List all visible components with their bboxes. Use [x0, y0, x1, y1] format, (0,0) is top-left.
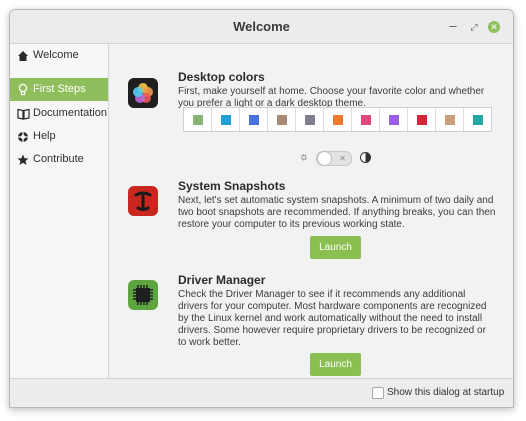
sidebar-item-label: Contribute: [33, 153, 84, 165]
sidebar-item-welcome[interactable]: Welcome: [10, 44, 108, 67]
toggle-knob: [317, 151, 332, 166]
sidebar-item-documentation[interactable]: Documentation: [10, 102, 108, 125]
color-swatch: [332, 114, 343, 125]
color-swatch-button[interactable]: [268, 108, 296, 131]
color-swatch-button[interactable]: [380, 108, 408, 131]
color-palette-icon: [128, 78, 158, 108]
color-swatch-button[interactable]: [408, 108, 436, 131]
color-swatch: [276, 114, 287, 125]
launch-driver-manager-button[interactable]: Launch: [310, 353, 361, 376]
sidebar: Welcome First Steps Documentation Help C…: [10, 44, 109, 378]
color-swatch: [444, 114, 455, 125]
system-snapshots-title: System Snapshots: [178, 179, 286, 193]
color-swatch: [416, 114, 427, 125]
theme-toggle-row: ☼ ✕: [299, 150, 379, 166]
color-swatch: [248, 114, 259, 125]
home-icon: [16, 44, 30, 67]
close-button[interactable]: ✕: [488, 21, 500, 33]
show-at-startup-label[interactable]: Show this dialog at startup: [387, 379, 504, 407]
footer-bar: Show this dialog at startup: [10, 378, 513, 407]
sun-icon: ☼: [299, 151, 310, 163]
color-swatch-picker: [183, 107, 492, 132]
color-swatch: [192, 114, 203, 125]
sidebar-item-label: First Steps: [33, 83, 86, 95]
color-swatch-button[interactable]: [184, 108, 212, 131]
color-swatch: [388, 114, 399, 125]
sidebar-item-contribute[interactable]: Contribute: [10, 148, 108, 171]
launch-timeshift-button[interactable]: Launch: [310, 236, 361, 259]
sidebar-item-label: Help: [33, 130, 56, 142]
system-snapshots-description: Next, let's set automatic system snapsho…: [178, 195, 496, 230]
color-swatch-button[interactable]: [212, 108, 240, 131]
sidebar-item-help[interactable]: Help: [10, 125, 108, 148]
maximize-button[interactable]: ⤢: [467, 20, 481, 34]
book-icon: [16, 102, 30, 125]
title-bar[interactable]: Welcome ‒ ⤢ ✕: [10, 10, 513, 44]
lightbulb-icon: [16, 78, 30, 101]
color-swatch: [304, 114, 315, 125]
welcome-window: Welcome ‒ ⤢ ✕ Welcome First Steps Docume…: [9, 9, 514, 408]
sidebar-item-label: Welcome: [33, 49, 79, 61]
driver-manager-description: Check the Driver Manager to see if it re…: [178, 289, 487, 348]
dark-theme-toggle[interactable]: ✕: [316, 151, 352, 166]
color-swatch-button[interactable]: [324, 108, 352, 131]
minimize-button[interactable]: ‒: [446, 19, 460, 33]
driver-manager-title: Driver Manager: [178, 273, 266, 287]
color-swatch: [472, 114, 483, 125]
show-at-startup-checkbox[interactable]: [372, 387, 384, 399]
star-icon: [16, 148, 30, 171]
color-swatch-button[interactable]: [464, 108, 491, 131]
chip-icon: [128, 280, 158, 310]
color-swatch: [220, 114, 231, 125]
timeshift-icon: [128, 186, 158, 216]
sidebar-item-first-steps[interactable]: First Steps: [10, 78, 108, 101]
color-swatch: [360, 114, 371, 125]
color-swatch-button[interactable]: [296, 108, 324, 131]
dark-theme-icon: [360, 152, 371, 163]
sidebar-item-label: Documentation: [33, 107, 107, 119]
lifebuoy-icon: [16, 125, 30, 148]
desktop-colors-title: Desktop colors: [178, 70, 265, 84]
main-content: Desktop colors First, make yourself at h…: [109, 44, 513, 378]
color-swatch-button[interactable]: [352, 108, 380, 131]
color-swatch-button[interactable]: [240, 108, 268, 131]
toggle-off-indicator: ✕: [339, 154, 346, 163]
color-swatch-button[interactable]: [436, 108, 464, 131]
window-title: Welcome: [233, 19, 290, 34]
